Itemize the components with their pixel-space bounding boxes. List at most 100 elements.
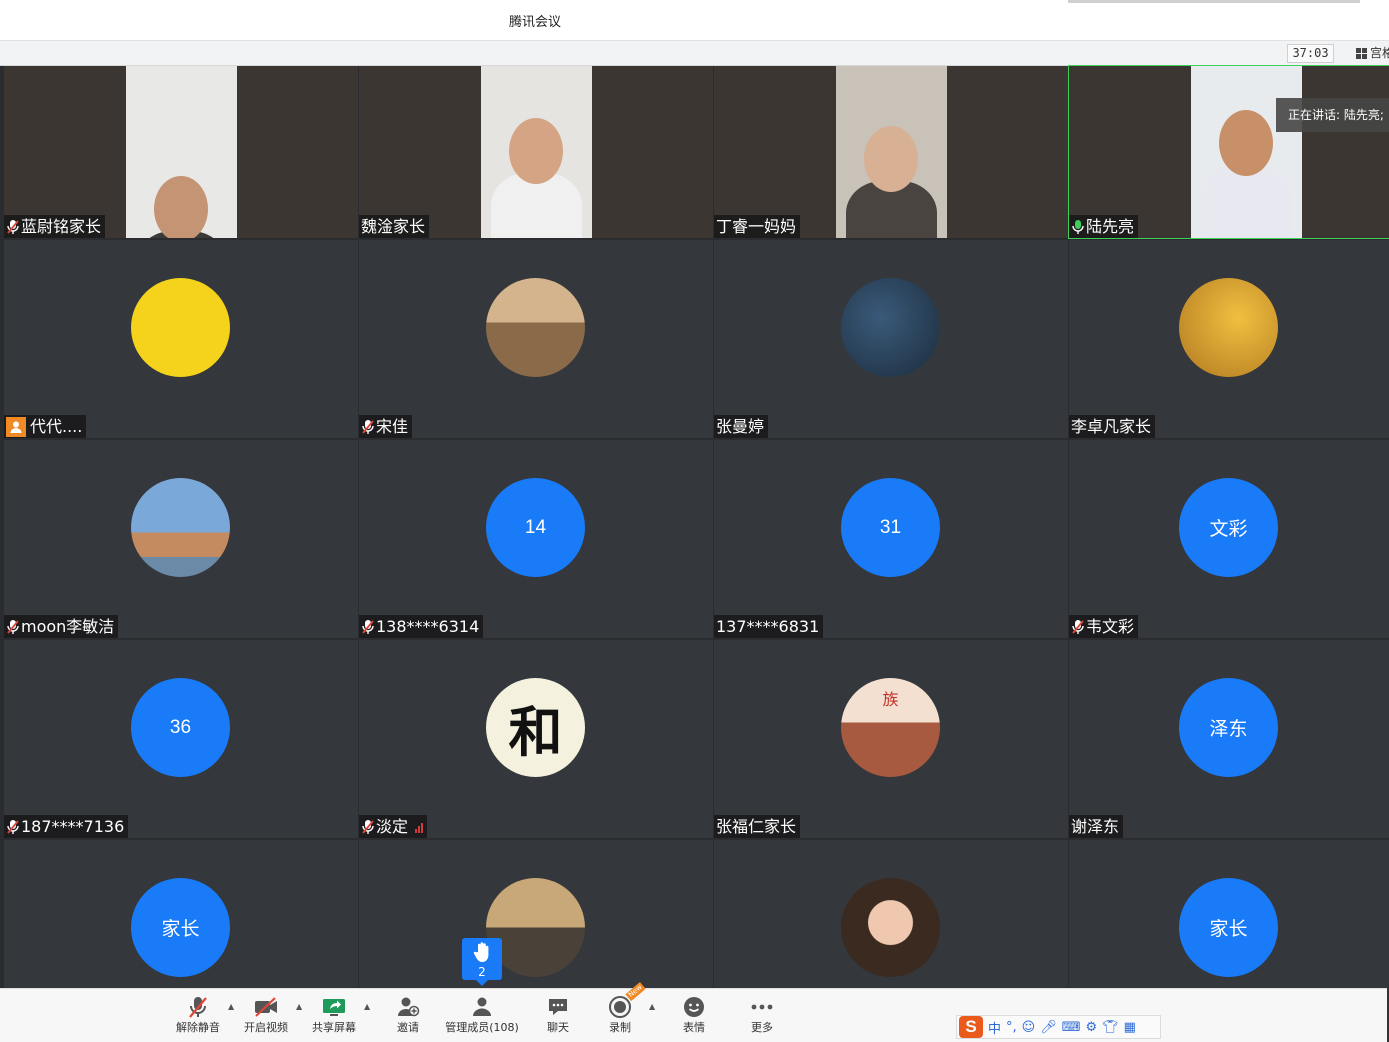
initials-avatar: 文彩 <box>1179 478 1278 577</box>
participant-namebar: moon李敏洁 <box>4 615 119 638</box>
initials-avatar: 家长 <box>1179 878 1278 977</box>
video-feed <box>126 66 237 238</box>
participant-tile[interactable]: 家长 <box>1069 840 1389 988</box>
invite-button[interactable]: 邀请 <box>388 993 428 1039</box>
start-video-label: 开启视频 <box>244 1021 288 1034</box>
share-options-caret[interactable]: ▲ <box>364 1002 370 1011</box>
participant-tile[interactable]: 31 137****6831 <box>714 440 1068 638</box>
meeting-timer: 37:03 <box>1287 44 1334 63</box>
participant-tile[interactable]: 宋佳 <box>359 240 713 438</box>
mic-muted-icon <box>6 219 20 235</box>
participant-tile[interactable]: 代代.... <box>4 240 358 438</box>
participant-tile[interactable]: 家长 <box>4 840 358 988</box>
raised-hands-button[interactable]: 2 <box>462 938 502 986</box>
grid-view-icon <box>1356 48 1367 59</box>
record-options-caret[interactable]: ▲ <box>649 1002 655 1011</box>
participant-namebar: 代代.... <box>4 415 87 438</box>
audio-options-caret[interactable]: ▲ <box>228 1002 234 1011</box>
video-feed <box>481 66 592 238</box>
participant-tile[interactable]: 李卓凡家长 <box>1069 240 1389 438</box>
participant-tile[interactable]: 丁睿一妈妈 <box>714 66 1068 238</box>
profile-avatar <box>131 478 230 577</box>
video-feed <box>1191 66 1302 238</box>
chat-button[interactable]: 聊天 <box>538 993 578 1039</box>
manage-members-button[interactable]: 管理成员(108) <box>444 993 520 1039</box>
ime-keyboard-icon[interactable]: ⌨ <box>1062 1020 1081 1035</box>
initials-avatar: 31 <box>841 478 940 577</box>
share-screen-button[interactable]: 共享屏幕 <box>310 993 358 1039</box>
more-button[interactable]: 更多 <box>742 993 782 1039</box>
ime-menu-icon[interactable]: ▦ <box>1124 1020 1136 1035</box>
reactions-button[interactable]: 表情 <box>674 993 714 1039</box>
manage-members-label: 管理成员(108) <box>445 1021 519 1034</box>
participant-tile[interactable]: moon李敏洁 <box>4 440 358 638</box>
profile-avatar <box>841 278 940 377</box>
participant-name: 代代.... <box>30 417 83 436</box>
mic-muted-icon <box>361 419 375 435</box>
gallery-view-button[interactable]: 宫格 <box>1348 44 1389 63</box>
participant-namebar: 韦文彩 <box>1069 615 1139 638</box>
mic-muted-icon <box>6 619 20 635</box>
participant-tile[interactable]: 36 187****7136 <box>4 640 358 838</box>
participant-tile[interactable]: 族张福仁家长 <box>714 640 1068 838</box>
participant-name: 137****6831 <box>716 617 820 636</box>
participant-name: 魏淦家长 <box>361 217 426 236</box>
participant-name: moon李敏洁 <box>21 617 115 636</box>
participant-name: 蓝尉铭家长 <box>21 217 102 236</box>
invite-label: 邀请 <box>397 1021 419 1034</box>
more-icon <box>751 1004 773 1010</box>
participant-name: 李卓凡家长 <box>1071 417 1152 436</box>
participant-tile[interactable] <box>714 840 1068 988</box>
start-video-button[interactable]: 开启视频 <box>242 993 290 1039</box>
mic-on-icon <box>1071 219 1085 235</box>
gallery-view-label: 宫格 <box>1370 46 1389 60</box>
participant-tile[interactable] <box>359 840 713 988</box>
ime-emoji-icon[interactable]: ☺ <box>1022 1020 1036 1035</box>
video-options-caret[interactable]: ▲ <box>296 1002 302 1011</box>
meeting-toolbar: 解除静音 ▲ 开启视频 ▲ 共享屏幕 ▲ 邀请 管理成员(108) 聊天 录制 … <box>0 981 1389 1042</box>
participant-namebar: 张曼婷 <box>714 415 769 438</box>
emoji-icon <box>684 997 704 1017</box>
share-screen-label: 共享屏幕 <box>312 1021 356 1034</box>
participant-tile[interactable]: 14 138****6314 <box>359 440 713 638</box>
participant-tile[interactable]: 张曼婷 <box>714 240 1068 438</box>
participant-namebar: 丁睿一妈妈 <box>714 215 801 238</box>
unmute-button[interactable]: 解除静音 <box>174 993 222 1039</box>
popup-shadow <box>1068 0 1360 3</box>
participant-name: 淡定 <box>376 817 409 836</box>
participant-tile[interactable]: 文彩韦文彩 <box>1069 440 1389 638</box>
raised-hands-count: 2 <box>478 965 486 979</box>
participant-namebar: 谢泽东 <box>1069 815 1124 838</box>
sogou-logo[interactable]: S <box>959 1016 983 1038</box>
participant-tile[interactable]: 魏淦家长 <box>359 66 713 238</box>
participant-name: 张曼婷 <box>716 417 765 436</box>
participant-tile[interactable]: 陆先亮 <box>1068 65 1389 239</box>
record-button[interactable]: 录制 New <box>600 981 646 1039</box>
participant-namebar: 138****6314 <box>359 615 484 638</box>
active-speaker-indicator: 正在讲话: 陆先亮; <box>1276 98 1389 132</box>
ime-tools-icon[interactable]: ⚙ <box>1086 1020 1098 1035</box>
participant-namebar: 蓝尉铭家长 <box>4 215 106 238</box>
participant-tile[interactable]: 泽东 谢泽东 <box>1069 640 1389 838</box>
participant-grid: 蓝尉铭家长 魏淦家长 丁睿一妈妈 陆先亮代代.... 宋佳 张曼婷 李卓凡家长 moon李敏洁… <box>0 65 1389 988</box>
initials-avatar: 14 <box>486 478 585 577</box>
video-off-icon <box>255 997 277 1017</box>
participant-name: 丁睿一妈妈 <box>716 217 797 236</box>
window-titlebar: 腾讯会议 <box>0 0 1389 40</box>
initials-avatar: 36 <box>131 678 230 777</box>
mic-muted-icon <box>189 997 207 1018</box>
ime-toolbar: S 中 °, ☺ 🎤︎ ⌨ ⚙ 👕︎ ▦ <box>956 1015 1161 1039</box>
initials-avatar: 家长 <box>131 878 230 977</box>
profile-avatar <box>486 278 585 377</box>
profile-avatar <box>131 278 230 377</box>
participant-tile[interactable]: 和淡定 <box>359 640 713 838</box>
participant-namebar: 宋佳 <box>359 415 413 438</box>
profile-avatar <box>841 878 940 977</box>
participant-tile[interactable]: 蓝尉铭家长 <box>4 66 358 238</box>
ime-punctuation-toggle[interactable]: °, <box>1006 1020 1017 1035</box>
members-icon <box>473 997 491 1016</box>
ime-mode-toggle[interactable]: 中 <box>988 1018 1001 1037</box>
window-title: 腾讯会议 <box>508 15 561 30</box>
ime-skin-icon[interactable]: 👕︎ <box>1102 1020 1119 1035</box>
ime-voice-icon[interactable]: 🎤︎ <box>1040 1020 1057 1035</box>
